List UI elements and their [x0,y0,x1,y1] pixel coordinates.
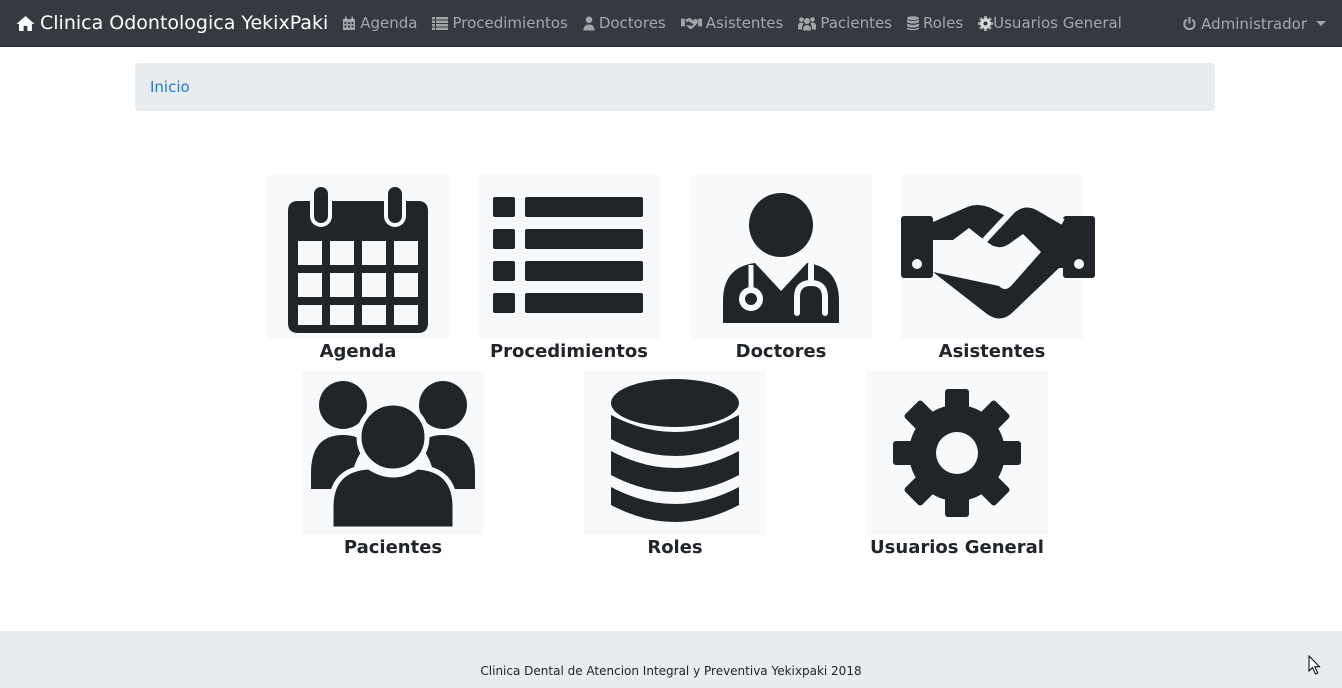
tile-icon-box[interactable] [478,175,660,339]
home-icon [16,15,35,31]
nav-item-roles[interactable]: Roles [907,14,963,32]
list-icon [432,16,449,30]
list-icon [493,197,643,313]
handshake-icon [901,201,1095,319]
tile-icon-box[interactable] [584,371,766,535]
tile-label: Agenda [319,341,397,362]
users-icon [311,381,475,529]
cog-icon [978,15,994,31]
user-md-icon [583,16,595,30]
database-icon [907,15,919,30]
handshake-icon [680,17,702,29]
tile-icon-box[interactable] [866,371,1048,535]
nav-item-asistentes[interactable]: Asistentes [680,14,784,32]
tile-icon-box[interactable] [901,175,1095,339]
tile-roles[interactable]: Roles [584,371,766,558]
calendar-icon [343,16,356,30]
footer-text: Clinica Dental de Atencion Integral y Pr… [480,664,862,678]
tile-icon-box[interactable] [302,371,484,535]
tile-asistentes[interactable]: Asistentes [901,175,1095,362]
tile-label: Doctores [735,341,827,362]
user-menu-label: Administrador [1201,14,1307,33]
calendar-icon [288,183,428,333]
user-md-icon [723,193,839,323]
nav-item-label: Pacientes [820,14,892,32]
nav-item-label: Roles [923,14,964,32]
nav-item-label: Procedimientos [452,14,568,32]
page-footer: Clinica Dental de Atencion Integral y Pr… [0,631,1342,688]
tile-icon-box[interactable] [267,175,449,339]
tile-doctores[interactable]: Doctores [690,175,872,362]
tile-label: Usuarios General [870,537,1044,558]
tile-icon-box[interactable] [690,175,872,339]
tile-pacientes[interactable]: Pacientes [302,371,484,558]
tile-procedimientos[interactable]: Procedimientos [478,175,660,362]
power-icon [1183,17,1196,30]
tile-label: Roles [647,537,703,558]
nav-item-label: Doctores [598,14,666,32]
breadcrumb: Inicio [135,63,1215,111]
nav-item-label: Agenda [360,14,418,32]
tile-label: Pacientes [343,537,443,558]
chevron-down-icon [1316,21,1326,26]
brand-label: Clinica Odontologica YekixPaki [40,12,329,34]
tile-label: Procedimientos [489,341,648,362]
breadcrumb-home-link[interactable]: Inicio [150,78,190,96]
nav-item-pacientes[interactable]: Pacientes [798,14,892,32]
tile-usuarios-general[interactable]: Usuarios General [866,371,1048,558]
nav-item-procedimientos[interactable]: Procedimientos [432,14,568,32]
users-icon [798,16,817,30]
mouse-cursor-icon [1308,655,1321,675]
tile-label: Asistentes [938,341,1046,362]
user-menu-dropdown[interactable]: Administrador [1183,0,1326,47]
nav-item-agenda[interactable]: Agenda [342,14,417,32]
tile-agenda[interactable]: Agenda [267,175,449,362]
nav-item-label: Usuarios General [993,14,1122,32]
nav-item-doctores[interactable]: Doctores [583,14,666,32]
top-navbar: Clinica Odontologica YekixPaki Agenda Pr… [0,0,1342,47]
nav-item-label: Asistentes [705,14,784,32]
cog-icon [893,389,1021,517]
nav-item-usuarios-general[interactable]: Usuarios General [978,14,1122,32]
database-icon [611,379,739,522]
brand-link[interactable]: Clinica Odontologica YekixPaki [16,12,328,34]
